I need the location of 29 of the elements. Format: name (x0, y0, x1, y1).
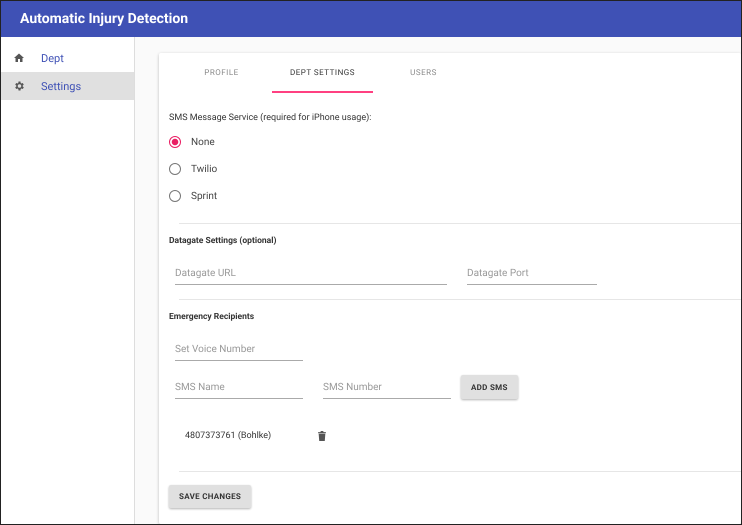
app-title: Automatic Injury Detection (20, 11, 188, 27)
delete-icon[interactable] (318, 431, 326, 441)
radio-option[interactable]: None (169, 136, 218, 148)
home-icon (13, 52, 25, 64)
input-field[interactable]: SMS Name (175, 378, 303, 399)
sidebar-item[interactable]: Dept (1, 44, 134, 72)
radio-button[interactable] (169, 136, 181, 148)
gear-icon (13, 80, 25, 92)
section-title: Datagate Settings (optional) (169, 236, 276, 246)
input-field[interactable]: SMS Number (323, 378, 451, 399)
input-field[interactable]: Set Voice Number (175, 340, 303, 361)
add-sms-button[interactable]: ADD SMS (461, 375, 518, 399)
save-changes-button[interactable]: SAVE CHANGES (169, 485, 252, 508)
radio-button[interactable] (169, 190, 181, 202)
tab[interactable]: DEPT SETTINGS (272, 53, 373, 93)
input-field[interactable]: Datagate URL (175, 264, 447, 285)
sidebar-item[interactable]: Settings (1, 72, 134, 100)
section-title: Emergency Recipients (169, 312, 254, 322)
radio-option[interactable]: Twilio (169, 163, 218, 175)
tab[interactable]: USERS (373, 53, 474, 93)
radio-label: None (191, 136, 215, 148)
radio-label: Twilio (191, 164, 218, 174)
radio-option[interactable]: Sprint (169, 190, 218, 202)
section-label: SMS Message Service (required for iPhone usage): (169, 113, 372, 123)
radio-label: Sprint (191, 190, 218, 202)
tab[interactable]: PROFILE (171, 53, 272, 93)
recipient-text: 4807373761 (Bohlke) (185, 431, 272, 441)
radio-button[interactable] (169, 163, 181, 175)
input-field[interactable]: Datagate Port (467, 264, 597, 285)
